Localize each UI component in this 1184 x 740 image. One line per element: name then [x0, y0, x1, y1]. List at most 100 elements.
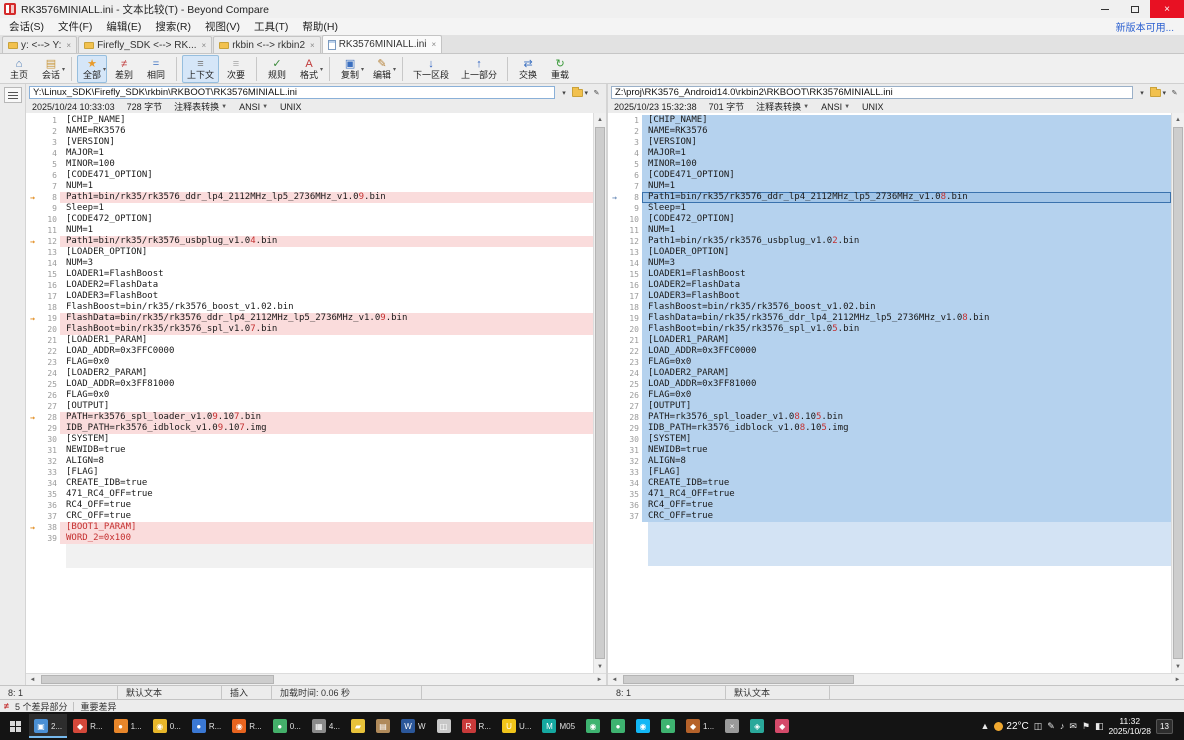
code-line[interactable]: 18FlashBoost=bin/rk35/rk3576_boost_v1.02… — [608, 302, 1171, 313]
toolbar-all-button[interactable]: ★全部▾ — [77, 55, 107, 83]
taskbar-app-button[interactable]: ◉ — [581, 714, 605, 738]
taskbar-app-button[interactable]: ▦4... — [307, 714, 345, 738]
taskbar-app-button[interactable]: ●R... — [187, 714, 226, 738]
left-path-input[interactable] — [33, 87, 551, 98]
code-line[interactable]: 7NUM=1 — [608, 181, 1171, 192]
code-line[interactable]: 9Sleep=1 — [608, 203, 1171, 214]
right-path-input[interactable] — [615, 87, 1129, 98]
tray-icon[interactable]: ◧ — [1095, 721, 1104, 732]
code-line[interactable]: 33[FLAG] — [26, 467, 593, 478]
toolbar-swap-button[interactable]: ⇄交换 — [513, 55, 543, 83]
code-line[interactable]: 35471_RC4_OFF=true — [608, 489, 1171, 500]
code-line[interactable]: →12Path1=bin/rk35/rk3576_usbplug_v1.04.b… — [26, 236, 593, 247]
left-edit-path-button[interactable]: ✎ — [590, 86, 603, 99]
code-line[interactable]: →8Path1=bin/rk35/rk3576_ddr_lp4_2112MHz_… — [26, 192, 593, 203]
menu-help[interactable]: 帮助(H) — [295, 19, 345, 34]
tray-icon[interactable]: ✉ — [1069, 721, 1077, 732]
scroll-right-icon[interactable]: ► — [593, 674, 606, 685]
code-line[interactable]: →28PATH=rk3576_spl_loader_v1.09.107.bin — [26, 412, 593, 423]
code-line[interactable]: 23FLAG=0x0 — [26, 357, 593, 368]
left-path-history-dropdown[interactable]: ▾ — [557, 86, 570, 99]
code-line[interactable]: 16LOADER2=FlashData — [608, 280, 1171, 291]
toolbar-minor-button[interactable]: ≡次要 — [221, 55, 251, 83]
minimize-button[interactable] — [1090, 0, 1120, 18]
code-line[interactable]: 26FLAG=0x0 — [26, 390, 593, 401]
start-button[interactable] — [2, 712, 28, 740]
code-line[interactable]: 18FlashBoost=bin/rk35/rk3576_boost_v1.02… — [26, 302, 593, 313]
toolbar-reload-button[interactable]: ↻重载 — [545, 55, 575, 83]
taskbar-app-button[interactable]: ◉ — [631, 714, 655, 738]
taskbar-app-button[interactable]: ▰ — [346, 714, 370, 738]
taskbar-app-button[interactable]: ●0... — [268, 714, 306, 738]
code-line[interactable]: 20FlashBoot=bin/rk35/rk3576_spl_v1.07.bi… — [26, 324, 593, 335]
code-line[interactable]: 20FlashBoot=bin/rk35/rk3576_spl_v1.05.bi… — [608, 324, 1171, 335]
right-edit-path-button[interactable]: ✎ — [1168, 86, 1181, 99]
code-line[interactable]: 27[OUTPUT] — [26, 401, 593, 412]
toolbar-prev-section-button[interactable]: ↑上一部分 — [456, 55, 502, 83]
code-line[interactable]: →8Path1=bin/rk35/rk3576_ddr_lp4_2112MHz_… — [608, 192, 1171, 203]
code-line[interactable]: 22LOAD_ADDR=0x3FFC0000 — [26, 346, 593, 357]
tray-icon[interactable]: ✎ — [1047, 721, 1055, 732]
code-line[interactable]: 12Path1=bin/rk35/rk3576_usbplug_v1.02.bi… — [608, 236, 1171, 247]
code-line[interactable]: →19FlashData=bin/rk35/rk3576_ddr_lp4_211… — [26, 313, 593, 324]
right-browse-button[interactable]: ▾ — [1150, 86, 1166, 99]
code-line[interactable]: 7NUM=1 — [26, 181, 593, 192]
code-line[interactable]: 10[CODE472_OPTION] — [608, 214, 1171, 225]
tab-close-icon[interactable]: × — [432, 40, 437, 49]
scroll-up-icon[interactable]: ▲ — [1172, 113, 1184, 126]
view-menu-button[interactable] — [4, 87, 22, 103]
code-line[interactable]: 23FLAG=0x0 — [608, 357, 1171, 368]
code-line[interactable]: 4MAJOR=1 — [26, 148, 593, 159]
left-vertical-scrollbar[interactable]: ▲ ▼ — [593, 113, 606, 673]
menu-session[interactable]: 会话(S) — [2, 19, 51, 34]
code-line[interactable]: 11NUM=1 — [608, 225, 1171, 236]
tray-icon[interactable]: ⚑ — [1082, 721, 1090, 732]
tab-firefly-sdk[interactable]: Firefly_SDK <--> RK...× — [78, 36, 212, 53]
code-line[interactable]: 39WORD_2=0x100 — [26, 533, 593, 544]
tab-close-icon[interactable]: × — [202, 41, 207, 50]
notification-badge[interactable]: 13 — [1156, 719, 1173, 734]
code-line[interactable]: 29IDB_PATH=rk3576_idblock_v1.09.107.img — [26, 423, 593, 434]
left-encoding-select[interactable]: ANSI▼ — [239, 102, 268, 112]
code-line[interactable]: 2NAME=RK3576 — [26, 126, 593, 137]
code-line[interactable]: 31NEWIDB=true — [26, 445, 593, 456]
tray-expand-icon[interactable]: ▲ — [980, 721, 989, 731]
toolbar-context-button[interactable]: ≡上下文 — [182, 55, 219, 83]
code-line[interactable]: 13[LOADER_OPTION] — [608, 247, 1171, 258]
scrollbar-thumb[interactable] — [41, 675, 274, 684]
scroll-left-icon[interactable]: ◄ — [26, 674, 39, 685]
tab-close-icon[interactable]: × — [310, 41, 315, 50]
code-line[interactable]: 6[CODE471_OPTION] — [608, 170, 1171, 181]
scrollbar-thumb[interactable] — [1173, 127, 1183, 659]
taskbar-app-button[interactable]: ●1... — [109, 714, 147, 738]
code-line[interactable]: 24[LOADER2_PARAM] — [26, 368, 593, 379]
taskbar-app-button[interactable]: ▤ — [371, 714, 395, 738]
scrollbar-thumb[interactable] — [595, 127, 605, 659]
code-line[interactable]: 25LOAD_ADDR=0x3FF81000 — [26, 379, 593, 390]
taskbar-app-button[interactable]: × — [720, 714, 744, 738]
taskbar-clock[interactable]: 11:32 2025/10/28 — [1108, 716, 1151, 736]
code-line[interactable]: 3[VERSION] — [608, 137, 1171, 148]
code-line[interactable]: 27[OUTPUT] — [608, 401, 1171, 412]
taskbar-app-button[interactable]: ● — [606, 714, 630, 738]
taskbar-app-button[interactable]: RR... — [457, 714, 496, 738]
code-line[interactable]: 26FLAG=0x0 — [608, 390, 1171, 401]
code-line[interactable]: 15LOADER1=FlashBoost — [608, 269, 1171, 280]
scroll-up-icon[interactable]: ▲ — [594, 113, 606, 126]
code-line[interactable]: 14NUM=3 — [608, 258, 1171, 269]
scroll-right-icon[interactable]: ► — [1171, 674, 1184, 685]
code-line[interactable]: 36RC4_OFF=true — [26, 500, 593, 511]
close-button[interactable]: × — [1150, 0, 1184, 18]
weather-widget[interactable]: 22°C — [994, 721, 1028, 732]
update-available-link[interactable]: 新版本可用... — [1116, 19, 1174, 34]
code-line[interactable]: 31NEWIDB=true — [608, 445, 1171, 456]
code-line[interactable]: 37CRC_OFF=true — [608, 511, 1171, 522]
scroll-down-icon[interactable]: ▼ — [1172, 660, 1184, 673]
taskbar-app-button[interactable]: ● — [656, 714, 680, 738]
taskbar-app-button[interactable]: ◫ — [432, 714, 456, 738]
toolbar-same-button[interactable]: =相同 — [141, 55, 171, 83]
right-path-history-dropdown[interactable]: ▾ — [1135, 86, 1148, 99]
taskbar-app-button[interactable]: ◉R... — [227, 714, 266, 738]
taskbar-app-button[interactable]: ◈ — [745, 714, 769, 738]
taskbar-app-button[interactable]: ◆R... — [68, 714, 107, 738]
